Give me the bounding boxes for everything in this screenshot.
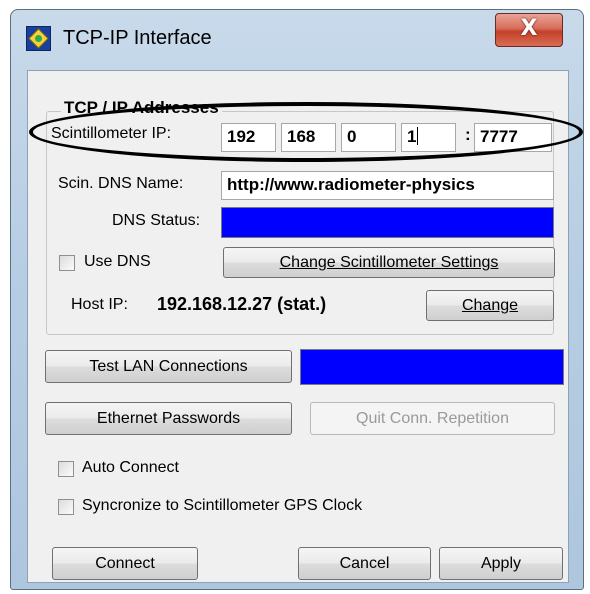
- change-button-label: Change: [461, 297, 519, 314]
- dns-name-label: Scin. DNS Name:: [58, 175, 184, 192]
- group-title: TCP / IP Addresses: [61, 98, 222, 118]
- ip-octet-2-field[interactable]: 168: [281, 123, 336, 152]
- use-dns-label: Use DNS: [84, 253, 151, 270]
- apply-label: Apply: [480, 555, 522, 572]
- dns-status-label: DNS Status:: [112, 212, 201, 229]
- host-ip-label: Host IP:: [71, 296, 128, 313]
- auto-connect-label: Auto Connect: [82, 459, 179, 476]
- lan-status-indicator: [300, 349, 564, 385]
- ip-octet-3-field[interactable]: 0: [341, 123, 396, 152]
- tcp-ip-window: TCP-IP Interface X TCP / IP Addresses Sc…: [10, 9, 584, 590]
- title-bar[interactable]: TCP-IP Interface X: [11, 10, 583, 66]
- sync-gps-label: Syncronize to Scintillometer GPS Clock: [82, 497, 363, 514]
- dns-name-field[interactable]: http://www.radiometer-physics: [221, 171, 554, 200]
- close-button[interactable]: X: [495, 13, 563, 47]
- quit-conn-repetition-label: Quit Conn. Repetition: [356, 410, 509, 427]
- port-field[interactable]: 7777: [474, 123, 552, 152]
- connect-button[interactable]: Connect: [52, 547, 198, 580]
- change-scintillometer-settings-label: Change Scintillometer Settings: [279, 254, 499, 271]
- ip-octet-4-value: 1: [407, 127, 417, 146]
- scintillometer-ip-label: Scintillometer IP:: [51, 125, 172, 142]
- change-scintillometer-settings-button[interactable]: Change Scintillometer Settings: [223, 247, 555, 278]
- ip-octet-4-field[interactable]: 1: [401, 123, 456, 152]
- auto-connect-checkbox[interactable]: [58, 461, 74, 477]
- text-cursor: [417, 127, 419, 145]
- use-dns-checkbox[interactable]: [59, 255, 75, 271]
- test-lan-connections-label: Test LAN Connections: [89, 358, 248, 375]
- ethernet-passwords-label: Ethernet Passwords: [96, 410, 241, 427]
- cancel-button[interactable]: Cancel: [298, 547, 431, 580]
- sync-gps-checkbox[interactable]: [58, 499, 74, 515]
- connect-label: Connect: [95, 555, 155, 572]
- ip-octet-1-field[interactable]: 192: [221, 123, 276, 152]
- app-icon: [26, 26, 51, 51]
- test-lan-connections-button[interactable]: Test LAN Connections: [45, 350, 292, 383]
- window-title: TCP-IP Interface: [63, 27, 212, 49]
- port-separator: :: [465, 125, 471, 144]
- close-icon: X: [520, 16, 538, 41]
- ethernet-passwords-button[interactable]: Ethernet Passwords: [45, 402, 292, 435]
- host-ip-value: 192.168.12.27 (stat.): [157, 294, 327, 314]
- dns-status-indicator: [221, 207, 554, 238]
- change-host-ip-button[interactable]: Change: [426, 290, 554, 321]
- quit-conn-repetition-button[interactable]: Quit Conn. Repetition: [310, 402, 555, 435]
- cancel-label: Cancel: [339, 555, 390, 572]
- apply-button[interactable]: Apply: [439, 547, 563, 580]
- dialog-body: TCP / IP Addresses Scintillometer IP: 19…: [27, 70, 569, 583]
